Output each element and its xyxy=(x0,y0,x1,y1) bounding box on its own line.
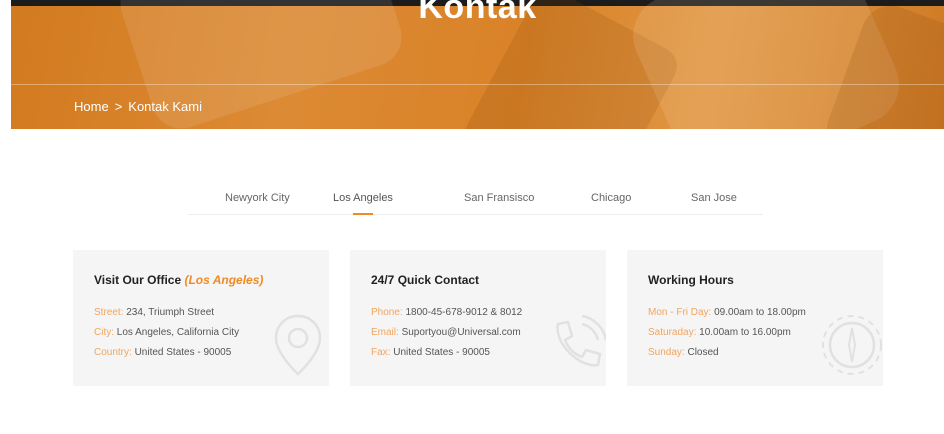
page-title: Kontak xyxy=(11,0,944,27)
breadcrumb: Home > Kontak Kami xyxy=(74,99,202,114)
row-value: 10.00am to 16.00pm xyxy=(699,327,791,338)
tab-label: San Jose xyxy=(691,192,737,204)
tab-label: Chicago xyxy=(591,192,631,204)
breadcrumb-current: Kontak Kami xyxy=(128,99,202,114)
gear-clock-icon xyxy=(817,310,883,380)
phone-icon xyxy=(540,310,606,380)
office-street: Street: 234, Triumph Street xyxy=(94,307,214,318)
row-value: United States - 90005 xyxy=(393,347,490,358)
row-value: Los Angeles, California City xyxy=(117,327,239,338)
contact-fax: Fax: United States - 90005 xyxy=(371,347,490,358)
card-title: Visit Our Office (Los Angeles) xyxy=(94,273,263,287)
tab-label: San Fransisco xyxy=(464,192,534,204)
row-value: 1800-45-678-9012 & 8012 xyxy=(405,307,522,318)
hero-divider xyxy=(11,84,944,85)
row-value: 09.00am to 18.00pm xyxy=(714,307,806,318)
office-city: City: Los Angeles, California City xyxy=(94,327,239,338)
city-tabs: Newyork City Los Angeles San Fransisco C… xyxy=(188,190,763,215)
row-label: Saturaday: xyxy=(648,327,696,338)
card-title: Working Hours xyxy=(648,273,734,287)
office-country: Country: United States - 90005 xyxy=(94,347,231,358)
hours-card: Working Hours Mon - Fri Day: 09.00am to … xyxy=(627,250,883,386)
location-pin-icon xyxy=(263,310,329,380)
row-value: 234, Triumph Street xyxy=(126,307,214,318)
breadcrumb-separator: > xyxy=(115,99,123,114)
active-tab-indicator xyxy=(353,213,373,215)
row-value: Closed xyxy=(687,347,718,358)
row-label: Country: xyxy=(94,347,132,358)
tab-los-angeles[interactable]: Los Angeles xyxy=(333,192,393,204)
hours-saturday: Saturaday: 10.00am to 16.00pm xyxy=(648,327,791,338)
tab-label: Newyork City xyxy=(225,192,290,204)
row-label: Email: xyxy=(371,327,399,338)
contact-email[interactable]: Email: Suportyou@Universal.com xyxy=(371,327,521,338)
office-card: Visit Our Office (Los Angeles) Street: 2… xyxy=(73,250,329,386)
row-value: Suportyou@Universal.com xyxy=(402,327,521,338)
card-title: 24/7 Quick Contact xyxy=(371,273,479,287)
tab-chicago[interactable]: Chicago xyxy=(591,192,631,204)
contact-phone: Phone: 1800-45-678-9012 & 8012 xyxy=(371,307,522,318)
card-location: (Los Angeles) xyxy=(184,273,263,287)
tab-label: Los Angeles xyxy=(333,192,393,204)
contact-card: 24/7 Quick Contact Phone: 1800-45-678-90… xyxy=(350,250,606,386)
tab-san-jose[interactable]: San Jose xyxy=(691,192,737,204)
hours-weekday: Mon - Fri Day: 09.00am to 18.00pm xyxy=(648,307,806,318)
row-label: Street: xyxy=(94,307,123,318)
tab-newyork-city[interactable]: Newyork City xyxy=(225,192,290,204)
row-label: Phone: xyxy=(371,307,403,318)
row-label: Fax: xyxy=(371,347,390,358)
row-value: United States - 90005 xyxy=(135,347,232,358)
row-label: Mon - Fri Day: xyxy=(648,307,711,318)
hours-sunday: Sunday: Closed xyxy=(648,347,719,358)
tab-san-fransisco[interactable]: San Fransisco xyxy=(464,192,534,204)
row-label: City: xyxy=(94,327,114,338)
card-title-text: Visit Our Office xyxy=(94,273,181,287)
breadcrumb-home-link[interactable]: Home xyxy=(74,99,109,114)
page-hero: Kontak Home > Kontak Kami xyxy=(11,0,944,129)
row-label: Sunday: xyxy=(648,347,685,358)
